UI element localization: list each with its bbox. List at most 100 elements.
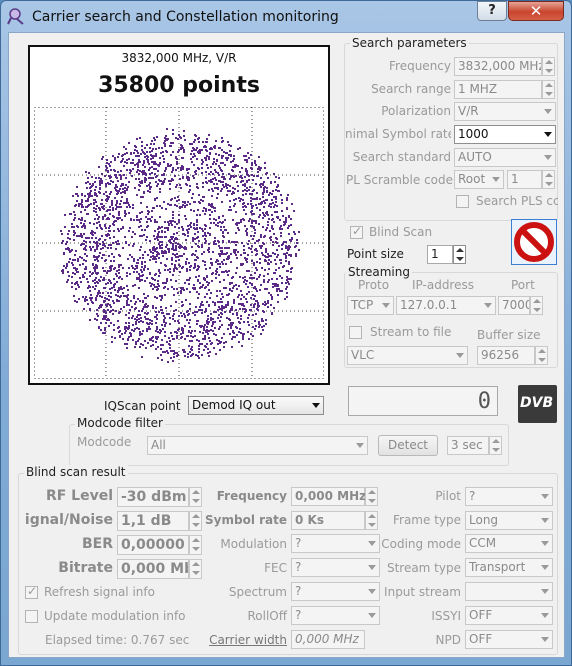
polarization-select[interactable]: V/R	[454, 102, 556, 121]
spectrum-select[interactable]: ?	[291, 582, 380, 601]
rolloff-value: ?	[295, 608, 302, 622]
chevron-down-icon	[541, 541, 549, 546]
iqscan-select[interactable]: Demod IQ out	[188, 396, 324, 415]
pilot-select[interactable]: ?	[465, 487, 553, 506]
port-value: 7000	[502, 298, 530, 312]
npd-select[interactable]: OFF	[465, 630, 553, 649]
search-parameters-title: Search parameters	[350, 36, 469, 50]
spectrum-label: Spectrum	[228, 585, 287, 599]
rf-level-value: -30 dBm	[121, 489, 187, 505]
refresh-signal-label: Refresh signal info	[44, 585, 155, 599]
snr-spinner[interactable]	[189, 511, 202, 531]
result-symbol-rate-label: Symbol rate	[205, 513, 287, 527]
carrier-width-label[interactable]: Carrier width	[205, 633, 287, 647]
search-standard-select[interactable]: AUTO	[454, 148, 556, 167]
pl-scramble-mode-select[interactable]: Root	[454, 170, 504, 189]
min-symbol-rate-value: 1000	[458, 127, 489, 141]
chevron-down-icon	[541, 494, 549, 499]
dialog-client-area: 3832,000 MHz, V/R 35800 points IQScan po…	[8, 32, 565, 658]
chevron-down-icon	[382, 303, 390, 308]
bitrate-spinner[interactable]	[189, 559, 202, 579]
snr-field: 1,1 dB	[117, 511, 189, 531]
ip-header: IP-address	[412, 278, 474, 292]
detect-interval-spinner[interactable]	[489, 436, 502, 455]
pl-scramble-spinner[interactable]	[542, 170, 555, 189]
search-range-field[interactable]: 1 MHZ	[454, 80, 542, 99]
modulation-label: Modulation	[220, 537, 287, 551]
app-icon	[7, 8, 24, 25]
chevron-down-icon	[541, 637, 549, 642]
detect-interval-field[interactable]: 3 sec	[447, 436, 489, 455]
snr-value: 1,1 dB	[121, 513, 172, 529]
blind-scan-checkbox[interactable]	[350, 224, 363, 239]
search-pls-label: Search PLS cc	[476, 194, 558, 208]
ber-value: 0,00000	[121, 537, 185, 553]
rf-level-spinner[interactable]	[189, 487, 202, 507]
point-size-spinner[interactable]	[453, 245, 466, 264]
frame-type-select[interactable]: Long	[465, 511, 553, 530]
fec-select[interactable]: ?	[291, 558, 380, 577]
stream-to-file-checkbox[interactable]	[349, 326, 362, 339]
buffer-size-value: 96256	[481, 348, 520, 362]
modcode-select[interactable]: All	[147, 436, 368, 455]
buffer-size-field[interactable]: 96256	[477, 346, 535, 365]
stream-type-select[interactable]: Transport	[465, 558, 553, 577]
ber-spinner[interactable]	[189, 535, 202, 555]
status-display: 0	[348, 386, 498, 416]
pl-scramble-field[interactable]: 1	[507, 170, 542, 189]
proto-header: Proto	[358, 278, 390, 292]
rolloff-select[interactable]: ?	[291, 606, 380, 625]
npd-value: OFF	[469, 632, 493, 646]
frequency-field[interactable]: 3832,000 MHz	[454, 57, 542, 76]
detect-button[interactable]: Detect	[378, 435, 438, 456]
coding-mode-label: Coding mode	[381, 537, 461, 551]
title-bar[interactable]: Carrier search and Constellation monitor…	[1, 1, 571, 33]
search-range-spinner[interactable]	[542, 80, 555, 99]
search-standard-label: Search standard	[352, 150, 451, 164]
modcode-label: Modcode	[77, 435, 132, 449]
constellation-panel: 3832,000 MHz, V/R 35800 points	[28, 45, 330, 385]
min-symbol-rate-select[interactable]: 1000	[454, 125, 556, 144]
port-spinner[interactable]	[530, 296, 543, 315]
player-select[interactable]: VLC	[347, 346, 468, 365]
chevron-down-icon	[368, 541, 376, 546]
chevron-down-icon	[368, 613, 376, 618]
help-button[interactable]: ?	[477, 1, 507, 21]
coding-mode-select[interactable]: CCM	[465, 534, 553, 553]
rolloff-label: RollOff	[247, 609, 287, 623]
search-pls-checkbox[interactable]	[456, 195, 469, 208]
chevron-down-icon	[368, 565, 376, 570]
refresh-signal-checkbox[interactable]	[25, 584, 38, 599]
issyi-select[interactable]: OFF	[465, 606, 553, 625]
stop-scan-button[interactable]	[511, 219, 557, 265]
bitrate-field: 0,000 Mb	[117, 559, 189, 579]
fec-label: FEC	[264, 561, 287, 575]
chevron-down-icon	[541, 613, 549, 618]
stop-icon	[514, 222, 554, 262]
result-symbol-rate-spinner[interactable]	[365, 511, 378, 530]
input-stream-select[interactable]	[465, 582, 553, 601]
ip-address-select[interactable]: 127.0.0.1	[396, 296, 496, 315]
chevron-down-icon	[544, 109, 552, 114]
update-modulation-checkbox[interactable]	[25, 610, 38, 623]
proto-select[interactable]: TCP	[347, 296, 394, 315]
pl-scramble-label: PL Scramble code	[346, 173, 454, 187]
main-window: Carrier search and Constellation monitor…	[0, 0, 572, 666]
result-frequency-spinner[interactable]	[365, 487, 378, 506]
npd-label: NPD	[435, 633, 461, 647]
blind-scan-label: Blind Scan	[369, 225, 433, 239]
buffer-size-spinner[interactable]	[535, 346, 548, 365]
dvb-logo-text: DVB	[520, 395, 554, 411]
point-size-label: Point size	[347, 247, 404, 261]
ip-value: 127.0.0.1	[400, 298, 458, 312]
modulation-select[interactable]: ?	[291, 534, 380, 553]
chevron-down-icon	[312, 403, 320, 408]
point-size-field[interactable]: 1	[427, 245, 453, 264]
result-symbol-rate-field: 0 Ks	[291, 511, 365, 530]
port-field[interactable]: 7000	[498, 296, 530, 315]
close-button[interactable]: ✕	[508, 1, 564, 21]
proto-value: TCP	[351, 298, 374, 312]
frequency-spinner[interactable]	[542, 57, 555, 76]
iqscan-value: Demod IQ out	[192, 398, 276, 412]
polarization-value: V/R	[458, 104, 479, 118]
